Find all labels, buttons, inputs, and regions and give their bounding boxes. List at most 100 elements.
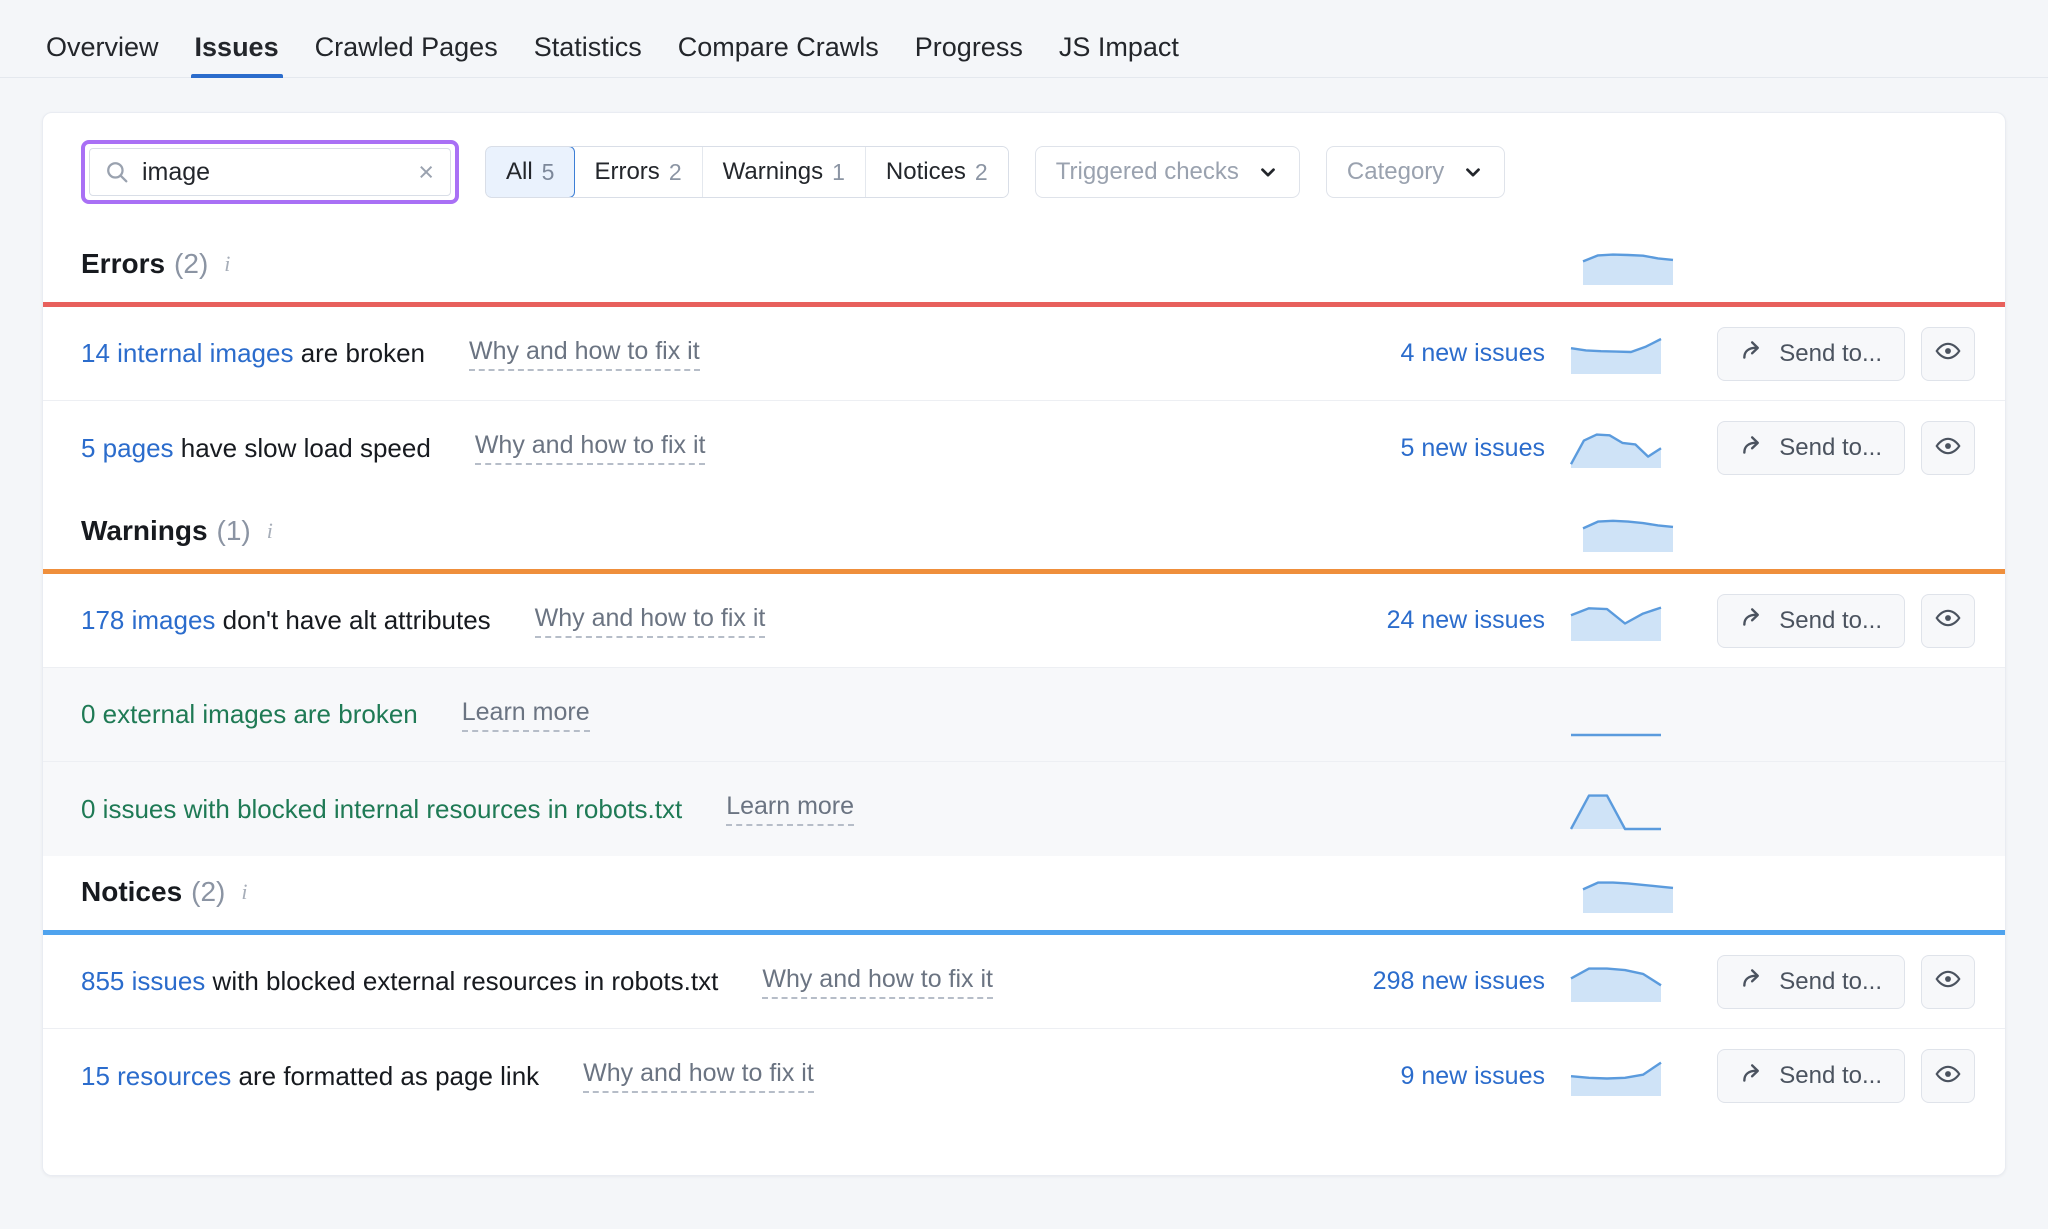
watch-issue-button[interactable] [1921,954,1975,1009]
section-count: (1) [216,515,251,546]
section-title: Warnings [81,515,208,546]
filter-count: 5 [541,158,555,185]
issue-count-link[interactable]: 855 issues [81,966,205,996]
issue-help-link[interactable]: Why and how to fix it [469,337,700,371]
issue-row: 5 pages have slow load speed Why and how … [43,401,2005,495]
issue-row: 178 images don't have alt attributes Why … [43,574,2005,668]
eye-icon [1935,338,1961,369]
row-action-buttons: Send to... [1693,326,2005,381]
issue-title: 14 internal images are broken [81,338,425,369]
issue-count-link[interactable]: 14 internal images [81,338,293,368]
watch-issue-button[interactable] [1921,1049,1975,1103]
filter-label: Warnings [722,158,824,185]
issue-row-actions: 298 new issues Send to... [1311,954,2005,1009]
nav-tab-js-impact[interactable]: JS Impact [1041,34,1197,77]
issue-row: 855 issues with blocked external resourc… [43,935,2005,1029]
eye-icon [1935,1061,1961,1092]
issue-description: have slow load speed [173,432,431,463]
watch-issue-button[interactable] [1921,421,1975,475]
issue-count-link[interactable]: 0 external images are broken [81,699,418,729]
filter-all[interactable]: All 5 [485,147,576,197]
issue-title: 5 pages have slow load speed [81,433,431,464]
issues-card: × All 5 Errors 2 Warnings 1 Notices 2 Triggered… [42,112,2006,1176]
nav-tab-compare-crawls[interactable]: Compare Crawls [660,34,897,77]
issue-trend-sparkline [1561,598,1671,644]
section-trend-sparkline [1245,242,2005,288]
issue-row: 0 external images are broken Learn more [43,668,2005,762]
info-icon[interactable]: i [224,251,230,277]
issue-description: don't have alt attributes [215,605,491,635]
issue-count-link[interactable]: 15 resources [81,1061,231,1091]
issue-trend-sparkline [1561,331,1671,377]
issue-title: 0 external images are broken [81,699,418,730]
search-field-highlight: × [81,140,459,204]
nav-tab-progress[interactable]: Progress [897,34,1041,77]
info-icon[interactable]: i [241,879,247,905]
card-footer-spacer [43,1123,2005,1175]
search-input[interactable] [142,157,417,187]
watch-issue-button[interactable] [1921,326,1975,381]
issue-help-link[interactable]: Why and how to fix it [474,431,706,465]
category-label: Category [1346,158,1445,185]
filter-notices[interactable]: Notices 2 [865,147,1008,197]
issue-count-link[interactable]: 178 images [81,605,215,635]
category-dropdown[interactable]: Category [1325,146,1506,198]
section-title: Notices [81,876,183,907]
nav-tab-overview[interactable]: Overview [46,34,177,77]
nav-tab-list: Overview Issues Crawled Pages Statistics Com… [46,34,1197,78]
send-to-button[interactable]: Send to... [1717,593,1905,648]
new-issues-link[interactable]: 4 new issues [1311,339,1561,368]
share-arrow-icon [1740,337,1766,370]
watch-issue-button[interactable] [1921,593,1975,648]
new-issues-link[interactable]: 9 new issues [1311,1062,1561,1091]
eye-icon [1935,605,1961,636]
nav-tab-statistics[interactable]: Statistics [516,34,660,77]
nav-tab-issues[interactable]: Issues [177,34,297,78]
issue-count-link[interactable]: 5 pages [81,433,174,463]
issue-row-actions [1311,786,2005,832]
row-action-buttons: Send to... [1693,593,2005,648]
eye-icon [1935,966,1961,997]
new-issues-link[interactable]: 24 new issues [1311,606,1561,635]
issue-row: 14 internal images are broken Why and how… [43,307,2005,401]
issue-row-actions: 9 new issues Send to... [1311,1049,2005,1103]
issue-help-link[interactable]: Learn more [461,698,590,732]
nav-tab-crawled-pages[interactable]: Crawled Pages [297,34,516,77]
issue-help-link[interactable]: Why and how to fix it [762,965,993,999]
issue-title: 855 issues with blocked external resourc… [81,966,718,997]
issue-trend-sparkline [1561,959,1671,1005]
issue-row-actions: 5 new issues Send to... [1311,421,2005,475]
issue-trend-sparkline [1561,786,1671,832]
search-box[interactable]: × [89,148,451,196]
filter-errors[interactable]: Errors 2 [574,147,703,197]
clear-search-icon[interactable]: × [416,158,436,186]
info-icon[interactable]: i [267,518,273,544]
send-to-button[interactable]: Send to... [1717,954,1905,1009]
new-issues-link[interactable]: 5 new issues [1311,434,1561,463]
send-to-button[interactable]: Send to... [1717,326,1905,381]
filter-count: 2 [668,158,682,185]
send-to-button[interactable]: Send to... [1717,1049,1905,1103]
issue-description: are broken [293,338,425,368]
filter-warnings[interactable]: Warnings 1 [702,147,866,197]
new-issues-link[interactable]: 298 new issues [1311,967,1561,996]
triggered-checks-dropdown[interactable]: Triggered checks [1034,146,1300,198]
issue-row-actions: 4 new issues Send to... [1311,326,2005,381]
row-action-buttons: Send to... [1693,954,2005,1009]
filter-count: 2 [974,158,988,185]
section-header-errors: Errors (2) i [43,228,2005,302]
section-errors: Errors (2) i 14 internal images are broken W… [43,228,2005,495]
chevron-down-icon [1257,161,1279,183]
issue-row: 15 resources are formatted as page link W… [43,1029,2005,1123]
issue-help-link[interactable]: Why and how to fix it [583,1059,814,1093]
issue-count-link[interactable]: 0 issues with blocked internal resources… [81,794,682,824]
issue-title: 0 issues with blocked internal resources… [81,794,682,825]
share-arrow-icon [1740,965,1766,998]
issue-help-link[interactable]: Why and how to fix it [534,604,766,638]
section-header-warnings: Warnings (1) i [43,495,2005,569]
issue-help-link[interactable]: Learn more [726,792,855,826]
section-title: Errors [81,248,166,279]
section-count: (2) [174,248,209,279]
send-to-button[interactable]: Send to... [1717,421,1905,475]
section-count: (2) [191,876,226,907]
